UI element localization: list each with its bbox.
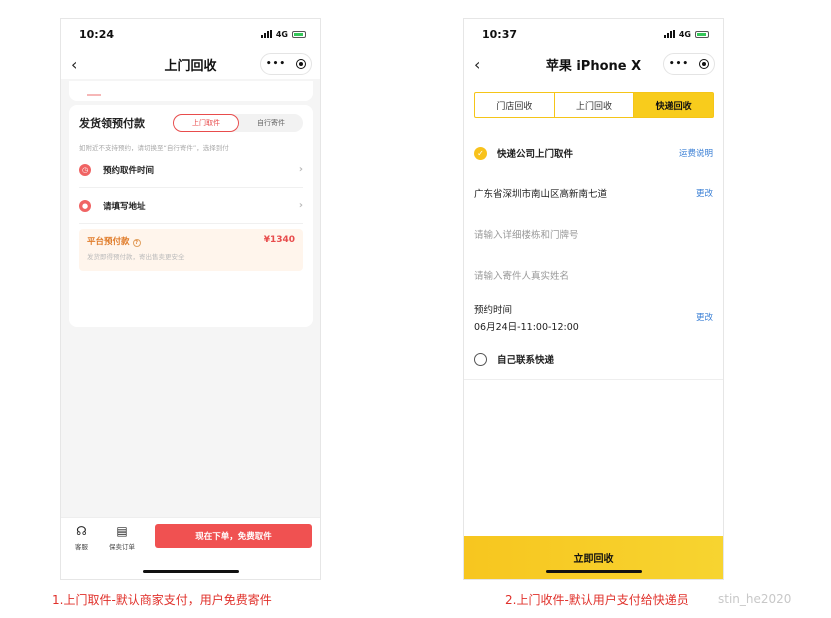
row-pickup-time[interactable]: ◷ 预约取件时间 ›	[79, 152, 303, 188]
detail-address-input[interactable]: 请输入详细楼栋和门牌号	[474, 227, 713, 241]
battery-icon	[292, 30, 306, 38]
option-door-pickup[interactable]: 上门取件	[173, 114, 239, 132]
orders-label: 保卖订单	[109, 543, 135, 551]
appointment-time-row: 预约时间 06月24日-11:00-12:00 更改	[474, 302, 713, 333]
chevron-right-icon: ›	[298, 200, 303, 211]
address-row: 广东省深圳市南山区高新南七道 更改	[474, 186, 713, 200]
signal-bars-icon	[260, 30, 272, 38]
right-phone-screen: 10:37 4G ‹ 苹果 iPhone X ••• 门店回收 上门回收 快递回…	[463, 18, 724, 580]
status-time: 10:24	[79, 27, 115, 41]
appointment-time-value: 06月24日-11:00-12:00	[474, 322, 579, 333]
document-icon: ▤	[116, 524, 128, 538]
sender-name-placeholder: 请输入寄件人真实姓名	[474, 271, 570, 282]
page-title: 苹果 iPhone X	[545, 58, 642, 74]
row-address[interactable]: ● 请填写地址 ›	[79, 188, 303, 224]
order-now-button[interactable]: 现在下单，免费取件	[155, 524, 312, 548]
advance-subtitle: 发货即得预付款，寄出售卖更安全	[87, 253, 185, 261]
chevron-right-icon: ›	[298, 164, 303, 175]
help-icon[interactable]: ?	[132, 239, 141, 247]
advance-payment-box: 平台预付款? ¥1340 发货即得预付款，寄出售卖更安全	[79, 229, 303, 271]
battery-icon	[695, 30, 709, 38]
divider	[464, 379, 723, 380]
section-title: 发货领预付款	[79, 117, 145, 130]
change-address-link[interactable]: 更改	[696, 187, 713, 199]
clock-icon: ◷	[79, 163, 91, 176]
recycle-mode-tabs: 门店回收 上门回收 快递回收	[474, 92, 714, 118]
signal-indicator: 4G	[663, 29, 709, 39]
row-address-label: 请填写地址	[103, 201, 146, 212]
tab-express[interactable]: 快递回收	[634, 93, 714, 117]
bottom-bar: ☊ 客服 ▤ 保卖订单 现在下单，免费取件	[61, 517, 320, 579]
courier-pickup-option[interactable]: ✓ 快递公司上门取件 运费说明	[474, 146, 713, 160]
watermark: stin_he2020	[718, 592, 792, 606]
headset-icon: ☊	[76, 524, 87, 538]
orders-button[interactable]: ▤ 保卖订单	[109, 524, 135, 551]
back-arrow-icon[interactable]: ‹	[71, 55, 77, 74]
courier-pickup-label: 快递公司上门取件	[497, 149, 574, 160]
address-text: 广东省深圳市南山区高新南七道	[474, 189, 608, 200]
detail-address-placeholder: 请输入详细楼栋和门牌号	[474, 230, 579, 241]
status-bar: 10:37 4G	[464, 19, 723, 49]
radio-unchecked-icon[interactable]	[474, 352, 487, 366]
service-button[interactable]: ☊ 客服	[75, 524, 88, 551]
page-title: 上门回收	[164, 58, 217, 74]
back-arrow-icon[interactable]: ‹	[474, 55, 480, 74]
self-contact-label: 自己联系快递	[497, 355, 555, 366]
change-time-link[interactable]: 更改	[696, 311, 713, 323]
self-contact-option[interactable]: 自己联系快递	[474, 352, 713, 366]
previous-card-stub	[69, 81, 313, 101]
close-target-icon[interactable]	[296, 59, 307, 69]
signal-indicator: 4G	[260, 29, 306, 39]
nav-bar: ‹ 上门回收 •••	[61, 49, 320, 79]
network-label: 4G	[678, 29, 691, 39]
check-circle-icon: ✓	[474, 146, 487, 160]
mini-program-capsule[interactable]: •••	[663, 53, 715, 75]
left-phone-screen: 10:24 4G ‹ 上门回收 ••• 发货领预付款 上门取件 自行寄件 如附近…	[60, 18, 321, 580]
network-label: 4G	[275, 29, 288, 39]
status-time: 10:37	[482, 27, 518, 41]
service-label: 客服	[75, 543, 88, 551]
more-icon[interactable]: •••	[669, 59, 689, 69]
sender-name-input[interactable]: 请输入寄件人真实姓名	[474, 268, 713, 282]
close-target-icon[interactable]	[699, 59, 710, 69]
pickup-hint: 如附近不支持预约，请切换至“自行寄件”，选择到付	[79, 144, 229, 152]
pickup-mode-toggle: 上门取件 自行寄件	[173, 114, 303, 132]
fee-info-link[interactable]: 运费说明	[679, 147, 713, 159]
row-pickup-time-label: 预约取件时间	[103, 165, 155, 176]
home-indicator	[546, 570, 642, 573]
appointment-time-label: 预约时间	[474, 305, 513, 316]
status-bar: 10:24 4G	[61, 19, 320, 49]
recycle-now-label: 立即回收	[573, 554, 614, 565]
signal-bars-icon	[663, 30, 675, 38]
tab-store[interactable]: 门店回收	[475, 93, 555, 117]
caption-right: 2.上门收件-默认用户支付给快递员	[505, 593, 689, 607]
nav-bar: ‹ 苹果 iPhone X •••	[464, 49, 723, 79]
shipping-card: 发货领预付款 上门取件 自行寄件 如附近不支持预约，请切换至“自行寄件”，选择到…	[69, 105, 313, 327]
tab-door[interactable]: 上门回收	[555, 93, 635, 117]
more-icon[interactable]: •••	[266, 59, 286, 69]
advance-amount: ¥1340	[263, 235, 295, 245]
mini-program-capsule[interactable]: •••	[260, 53, 312, 75]
home-indicator	[143, 570, 239, 573]
caption-left: 1.上门取件-默认商家支付，用户免费寄件	[52, 593, 272, 607]
option-self-send[interactable]: 自行寄件	[239, 114, 303, 132]
advance-title: 平台预付款	[87, 237, 130, 247]
location-pin-icon: ●	[79, 199, 91, 212]
